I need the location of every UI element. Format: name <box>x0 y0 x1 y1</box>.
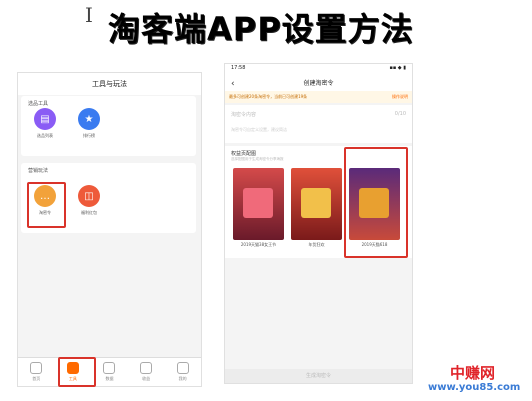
poster-label: 2019天猫38女王节 <box>240 242 277 247</box>
chart-icon <box>140 362 153 374</box>
poster-art <box>301 188 331 218</box>
signal-icon: ▪▪ ◆ ▮ <box>389 65 406 71</box>
right-phone-screen: 17:58 ▪▪ ◆ ▮ ‹ 创建淘密令 最多可创建20条淘密令，当前已可创建1… <box>224 63 413 384</box>
poster-section-subtitle: 选择配图用于生成淘密令分享海报 <box>231 157 284 161</box>
tab-label: 收益 <box>142 376 151 381</box>
watermark-brand: 中赚网 <box>450 364 496 382</box>
tab-label: 数据 <box>105 376 114 381</box>
text-cursor-icon: I <box>85 3 93 27</box>
selection-tools-card: 选品工具 ▤ 选品列表 ★ 排行榜 <box>21 96 196 156</box>
grid-icon <box>103 362 116 374</box>
input-counter: 0/10 <box>394 111 406 117</box>
poster-section-title: 权益页配图 <box>231 151 257 157</box>
left-header-title: 工具与玩法 <box>18 73 201 95</box>
watermark-url: www.you85.com <box>428 382 521 393</box>
user-icon <box>176 362 189 374</box>
status-time: 17:58 <box>231 65 246 71</box>
left-phone-screen: 工具与玩法 选品工具 ▤ 选品列表 ★ 排行榜 营销玩法 … 淘密令 ◫ 福利红… <box>17 72 202 387</box>
tab-earnings[interactable]: 收益 <box>131 358 161 386</box>
tab-data[interactable]: 数据 <box>94 358 124 386</box>
highlight-box <box>58 357 96 387</box>
tool-item-list[interactable]: ▤ 选品列表 <box>27 108 63 139</box>
notice-text: 最多可创建20条淘密令，当前已可创建19条 <box>229 94 308 99</box>
notice-action-link[interactable]: 操作说明 <box>392 91 408 103</box>
generate-button[interactable]: 生成淘密令 <box>225 369 412 383</box>
tab-label: 首页 <box>32 376 41 381</box>
notice-banner: 最多可创建20条淘密令，当前已可创建19条 操作说明 <box>225 91 412 103</box>
poster-option-1[interactable] <box>233 168 284 240</box>
tab-home[interactable]: 首页 <box>21 358 51 386</box>
input-placeholder: 淘密令内容 <box>231 112 257 118</box>
tab-profile[interactable]: 我的 <box>168 358 198 386</box>
input-tip: 淘密令可自定义设置，建议简洁 <box>231 127 287 132</box>
list-icon: ▤ <box>34 108 56 130</box>
bottom-tab-bar: 首页 工具 数据 收益 我的 <box>18 357 201 386</box>
tool-label: 福利红包 <box>81 210 97 215</box>
page-title: 淘客端APP设置方法 <box>108 10 414 48</box>
poster-art <box>243 188 273 218</box>
tool-label: 选品列表 <box>37 133 53 138</box>
back-icon[interactable]: ‹ <box>231 77 235 91</box>
tool-label: 排行榜 <box>83 133 95 138</box>
content-input[interactable]: 淘密令内容 0/10 淘密令可自定义设置，建议简洁 <box>225 105 412 143</box>
nav-bar: ‹ 创建淘密令 <box>225 77 412 91</box>
highlight-box <box>27 182 66 228</box>
tool-item-ranking[interactable]: ★ 排行榜 <box>71 108 107 139</box>
tab-label: 我的 <box>178 376 187 381</box>
card-title: 营销玩法 <box>28 168 49 174</box>
star-icon: ★ <box>78 108 100 130</box>
status-bar: 17:58 ▪▪ ◆ ▮ <box>225 64 412 77</box>
home-icon <box>30 362 43 374</box>
card-title: 选品工具 <box>28 101 49 107</box>
gift-icon: ◫ <box>78 185 100 207</box>
nav-title: 创建淘密令 <box>303 80 334 87</box>
poster-option-2[interactable] <box>291 168 342 240</box>
poster-label: 年货狂欢 <box>308 242 325 247</box>
tool-item-red-packet[interactable]: ◫ 福利红包 <box>71 185 107 216</box>
highlight-box <box>344 147 408 258</box>
poster-section: 权益页配图 选择配图用于生成淘密令分享海报 2019天猫38女王节 年货狂欢 2… <box>225 146 412 258</box>
